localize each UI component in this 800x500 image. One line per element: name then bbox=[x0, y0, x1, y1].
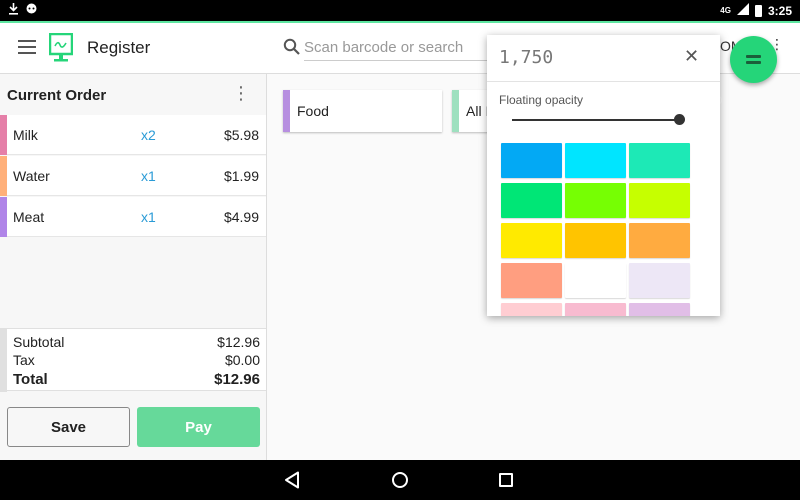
order-totals: Subtotal $12.96 Tax $0.00 Total $12.96 bbox=[0, 328, 266, 392]
order-item-color-stripe bbox=[0, 115, 7, 155]
signal-icon bbox=[736, 3, 749, 18]
color-swatch[interactable] bbox=[565, 303, 626, 316]
color-swatch[interactable] bbox=[629, 263, 690, 298]
save-button[interactable]: Save bbox=[7, 407, 130, 447]
order-item-color-stripe bbox=[0, 197, 7, 237]
color-swatch[interactable] bbox=[501, 263, 562, 298]
back-icon[interactable] bbox=[284, 471, 300, 494]
color-swatch[interactable] bbox=[629, 223, 690, 258]
color-swatch[interactable] bbox=[501, 183, 562, 218]
app-title: Register bbox=[87, 38, 151, 57]
order-item-price: $4.99 bbox=[223, 209, 259, 225]
search-input[interactable] bbox=[304, 35, 489, 61]
color-swatch[interactable] bbox=[629, 143, 690, 178]
recents-icon[interactable] bbox=[499, 473, 513, 487]
navigation-bar bbox=[0, 460, 800, 500]
opacity-slider-track[interactable] bbox=[512, 119, 677, 121]
totals-edge bbox=[0, 329, 7, 392]
color-picker-popup: 1,750 ✕ Floating opacity bbox=[487, 35, 720, 316]
status-time: 3:25 bbox=[767, 3, 792, 18]
order-item-name: Milk bbox=[13, 127, 38, 143]
order-item-qty: x2 bbox=[141, 127, 156, 143]
order-item-qty: x1 bbox=[141, 209, 156, 225]
color-swatch[interactable] bbox=[629, 183, 690, 218]
order-more-icon[interactable]: ⋮ bbox=[232, 84, 250, 102]
order-item[interactable]: Milk x2 $5.98 bbox=[0, 115, 266, 155]
subtotal-row: Subtotal $12.96 bbox=[13, 334, 260, 350]
order-title: Current Order bbox=[7, 87, 107, 104]
order-item[interactable]: Water x1 $1.99 bbox=[0, 156, 266, 196]
category-label: Food bbox=[297, 103, 329, 119]
category-label: All I bbox=[466, 103, 490, 119]
color-swatch[interactable] bbox=[565, 223, 626, 258]
order-item-name: Meat bbox=[13, 209, 45, 225]
color-swatch[interactable] bbox=[565, 263, 626, 298]
pay-button[interactable]: Pay bbox=[137, 407, 260, 447]
total-value: $12.96 bbox=[214, 371, 260, 388]
total-row: Total $12.96 bbox=[13, 371, 260, 388]
category-color-stripe bbox=[283, 90, 290, 132]
current-order-panel: Current Order ⋮ Milk x2 $5.98 Water x1 $… bbox=[0, 74, 267, 460]
battery-icon bbox=[754, 4, 762, 17]
color-swatch[interactable] bbox=[501, 143, 562, 178]
picker-divider bbox=[487, 81, 720, 82]
tax-row: Tax $0.00 bbox=[13, 352, 260, 368]
tax-value: $0.00 bbox=[224, 352, 260, 368]
order-item-price: $5.98 bbox=[223, 127, 259, 143]
picker-value-field[interactable]: 1,750 bbox=[499, 47, 553, 68]
status-bar: 4G 3:25 bbox=[0, 0, 800, 22]
total-label: Total bbox=[13, 371, 48, 388]
register-logo-icon bbox=[48, 32, 74, 63]
search-icon[interactable] bbox=[283, 38, 300, 60]
color-swatch[interactable] bbox=[629, 303, 690, 316]
color-swatch[interactable] bbox=[501, 223, 562, 258]
equals-icon bbox=[746, 55, 761, 64]
category-tile-all[interactable]: All I bbox=[452, 90, 492, 132]
close-icon[interactable]: ✕ bbox=[684, 47, 699, 65]
subtotal-value: $12.96 bbox=[217, 334, 260, 350]
color-swatch[interactable] bbox=[501, 303, 562, 316]
chat-icon bbox=[25, 3, 38, 18]
menu-icon[interactable] bbox=[18, 40, 36, 54]
category-tile-food[interactable]: Food bbox=[283, 90, 442, 132]
home-icon[interactable] bbox=[392, 472, 408, 488]
order-item-qty: x1 bbox=[141, 168, 156, 184]
floating-action-button[interactable] bbox=[730, 36, 777, 83]
subtotal-label: Subtotal bbox=[13, 334, 65, 350]
order-item-price: $1.99 bbox=[223, 168, 259, 184]
opacity-slider-thumb[interactable] bbox=[674, 114, 685, 125]
opacity-label: Floating opacity bbox=[499, 93, 584, 107]
category-color-stripe bbox=[452, 90, 459, 132]
tax-label: Tax bbox=[13, 352, 35, 368]
order-item[interactable]: Meat x1 $4.99 bbox=[0, 197, 266, 237]
order-item-color-stripe bbox=[0, 156, 7, 196]
order-item-name: Water bbox=[13, 168, 50, 184]
color-swatch[interactable] bbox=[565, 143, 626, 178]
download-icon bbox=[8, 3, 19, 18]
color-swatch[interactable] bbox=[565, 183, 626, 218]
network-type: 4G bbox=[720, 6, 731, 15]
